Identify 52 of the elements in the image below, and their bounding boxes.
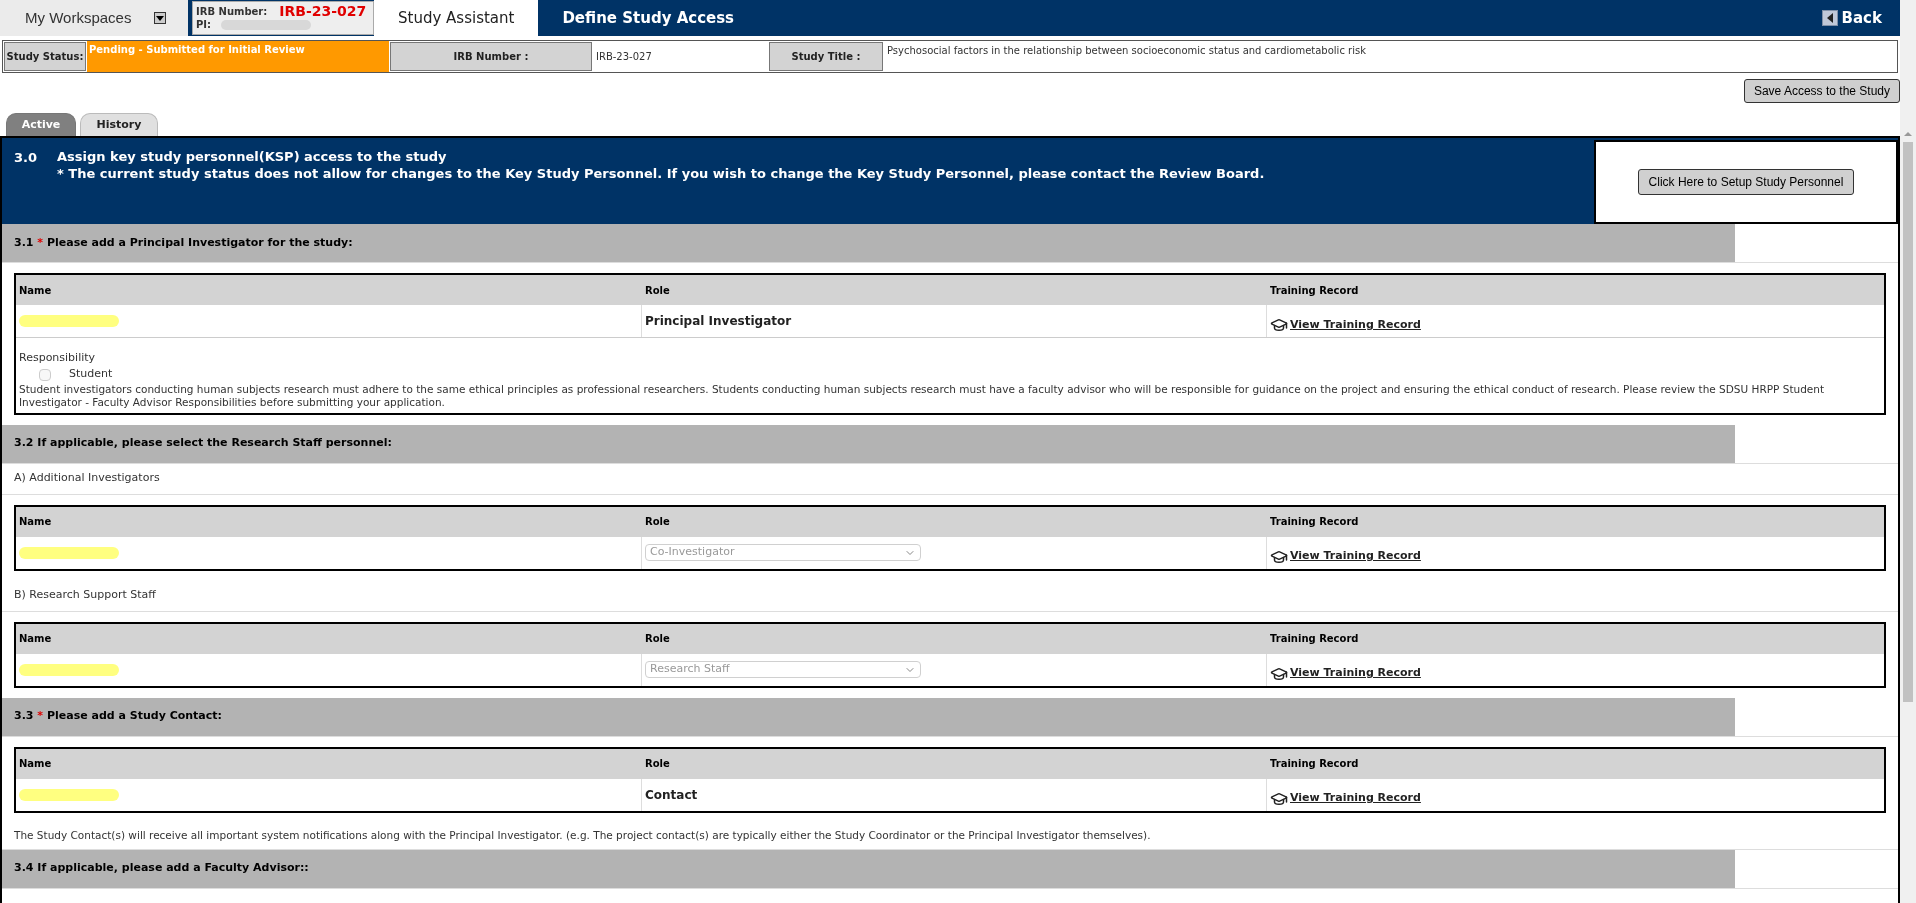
dropdown-icon xyxy=(154,12,166,24)
subheading: B) Research Support Staff xyxy=(14,587,156,604)
column-header: Role xyxy=(644,757,671,771)
setup-personnel-button[interactable]: Click Here to Setup Study Personnel xyxy=(1637,169,1855,195)
status-notice: * The current study status does not allow for changes to the Key Study Personnel. If you wish to change the Key Study Personnel, please contact the Review Board. xyxy=(57,165,1265,182)
role-text: Principal Investigator xyxy=(645,313,792,330)
column-header: Role xyxy=(644,283,671,298)
status-value: Pending - Submitted for Initial Review xyxy=(87,41,389,72)
column-header: Training Record xyxy=(1269,515,1360,529)
graduation-cap-icon xyxy=(1270,316,1288,334)
info-label: IRB Number : xyxy=(390,42,592,71)
tab[interactable]: History xyxy=(80,113,158,136)
column-header: Name xyxy=(18,632,53,646)
column-header: Training Record xyxy=(1269,283,1360,298)
column-header: Training Record xyxy=(1269,757,1360,771)
checkbox[interactable] xyxy=(39,368,51,381)
nav-tab[interactable]: Study Assistant xyxy=(374,0,539,36)
workspace-menu[interactable]: My Workspaces xyxy=(0,0,188,36)
note-text: The Study Contact(s) will receive all important system notifications along with the Principal Investigator. (e.g. The project contact(s) are typically either the Study Coordinator or the Principal Investigator themselves). xyxy=(14,827,1151,843)
training-record-link[interactable]: View Training Record xyxy=(1270,789,1421,808)
training-record-link[interactable]: View Training Record xyxy=(1270,316,1421,334)
info-value: IRB-23-027 xyxy=(595,50,653,64)
responsibility-text: Student investigators conducting human subjects research must adhere to the same ethical principles as professional researchers. Students conducting human subjects research must have a faculty advisor who will be responsible for guidance on the project and ensuring the ethical conduct of research. Please review the SDSU HRPP Student Investigator - Faculty Advisor Responsibilities before submitting your application. xyxy=(19,382,1826,409)
pi-label: PI: xyxy=(196,18,212,31)
scrollbar[interactable] xyxy=(1900,0,1916,903)
back-button[interactable]: Back xyxy=(1821,0,1900,36)
column-header: Name xyxy=(18,515,53,529)
section-header: 3.1 * Please add a Principal Investigator for the study: xyxy=(2,224,1735,262)
section-header: 3.3 * Please add a Study Contact: xyxy=(2,697,1735,736)
column-header: Training Record xyxy=(1269,632,1360,646)
info-label: Study Title : xyxy=(769,42,883,71)
section-header: 3.4 If applicable, please add a Faculty Advisor:: xyxy=(2,849,1735,888)
column-header: Name xyxy=(18,757,53,771)
training-record-link[interactable]: View Training Record xyxy=(1270,664,1421,683)
info-label: Study Status: xyxy=(4,42,86,71)
scroll-up-icon xyxy=(1904,132,1912,136)
irb-number: IRB-23-027 xyxy=(279,5,367,18)
irb-label: IRB Number: xyxy=(196,5,268,18)
responsibility-label: Responsibility xyxy=(19,350,97,366)
column-header: Role xyxy=(644,632,671,646)
subheading: A) Additional Investigators xyxy=(14,470,160,487)
section-number: 3.0 xyxy=(14,149,38,167)
section-header: 3.2 If applicable, please select the Research Staff personnel: xyxy=(2,424,1735,463)
column-header: Name xyxy=(18,283,53,298)
role-text: Contact xyxy=(645,786,698,804)
save-access-button[interactable]: Save Access to the Study xyxy=(1743,79,1900,103)
training-record-link[interactable]: View Training Record xyxy=(1270,547,1421,566)
checkbox-label: Student xyxy=(69,366,113,383)
info-value: Psychosocial factors in the relationship between socioeconomic status and cardiometabolic risk xyxy=(886,44,1367,58)
section-title: Assign key study personnel(KSP) access to the study xyxy=(57,148,448,165)
tab[interactable]: Active xyxy=(6,113,76,136)
column-header: Role xyxy=(644,515,671,529)
